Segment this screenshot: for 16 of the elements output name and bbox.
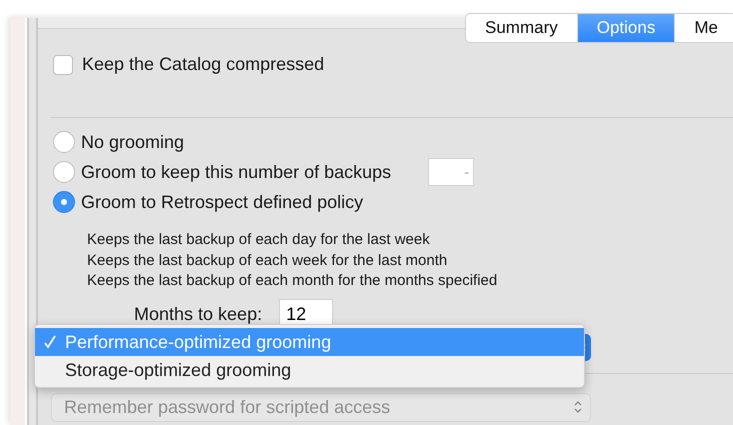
field-label: Months to keep: bbox=[134, 304, 262, 324]
radio-label: Groom to keep this number of backups bbox=[81, 162, 392, 182]
tab[interactable]: Me bbox=[675, 14, 733, 42]
number-field[interactable]: - bbox=[428, 158, 474, 186]
checkmark-icon bbox=[44, 335, 56, 349]
checkbox[interactable] bbox=[53, 54, 73, 74]
radio-label: Groom to Retrospect defined policy bbox=[81, 192, 364, 212]
radio-button[interactable] bbox=[53, 131, 75, 153]
policy-text: Keeps the last backup of each month for the months specified bbox=[87, 271, 498, 291]
policy-text: Keeps the last backup of each day for the last week bbox=[87, 230, 431, 250]
radio-button[interactable] bbox=[53, 191, 75, 213]
policy-text: Keeps the last backup of each week for the last month bbox=[87, 250, 448, 270]
radio-label: No grooming bbox=[81, 132, 184, 152]
radio-button[interactable] bbox=[53, 161, 75, 183]
checkbox-label: Keep the Catalog compressed bbox=[82, 54, 324, 75]
menu-item[interactable]: Storage-optimized grooming bbox=[35, 356, 584, 384]
